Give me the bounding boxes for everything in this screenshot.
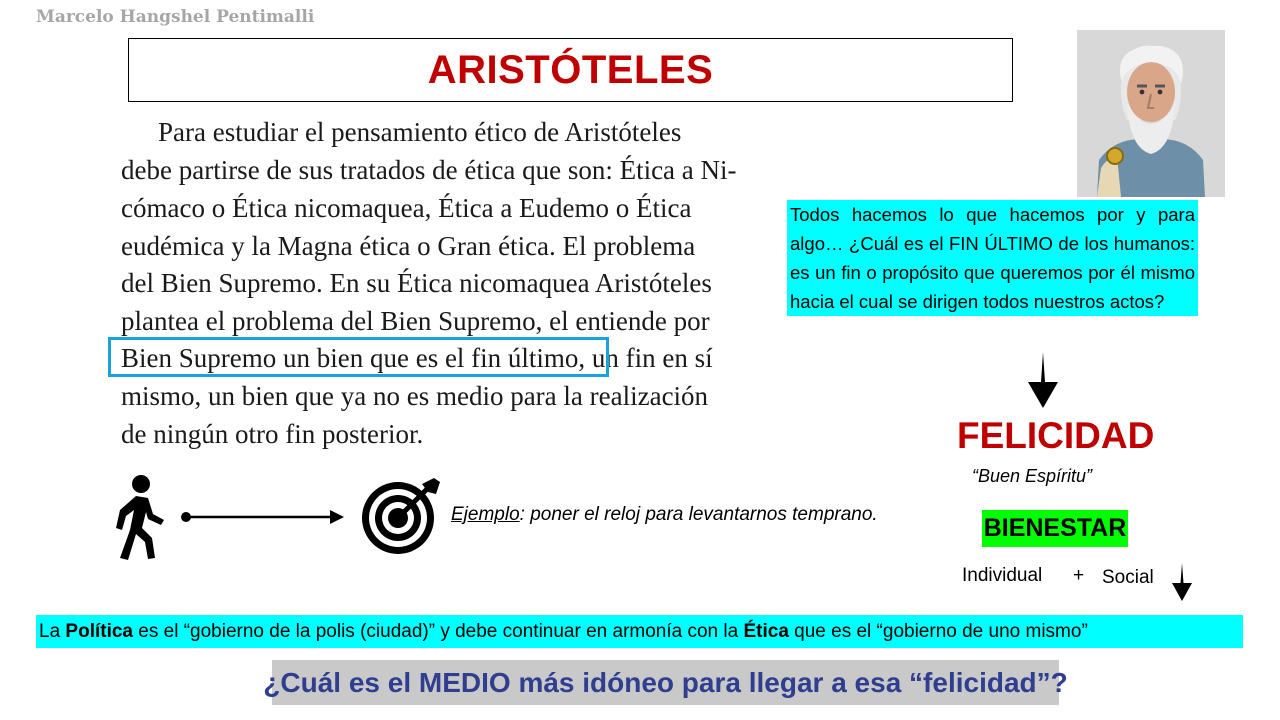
text-line: de ningún otro fin posterior. <box>121 419 424 449</box>
text-line: debe partirse de sus tratados de ética q… <box>121 155 737 185</box>
question-box: Todos hacemos lo que hacemos por y para … <box>787 200 1198 316</box>
buen-espiritu-label: “Buen Espíritu” <box>972 466 1093 486</box>
text-line: plantea el problema del Bien Supremo, el… <box>121 306 710 336</box>
arrow-down-icon <box>1028 352 1058 408</box>
target-icon <box>362 478 440 554</box>
page-title: ARISTÓTELES <box>427 47 714 92</box>
bienestar-box: BIENESTAR <box>982 510 1128 547</box>
medio-question: ¿Cuál es el MEDIO más idóneo para llegar… <box>263 666 1068 698</box>
individual-label: Individual <box>962 565 1043 586</box>
politica-statement: La Política es el “gobierno de la polis … <box>36 615 1243 648</box>
aristotle-portrait <box>1077 30 1225 197</box>
arrow-right-icon <box>181 510 344 524</box>
bienestar-label: BIENESTAR <box>983 514 1127 542</box>
medio-question-box: ¿Cuál es el MEDIO más idóneo para llegar… <box>263 660 1068 705</box>
scanned-text-excerpt: Para estudiar el pensamiento ético de Ar… <box>112 115 762 455</box>
author-name: Marcelo Hangshel Pentimalli <box>36 7 315 27</box>
text-line: mismo, un bien que ya no es medio para l… <box>121 381 709 411</box>
walking-person-icon <box>116 475 164 560</box>
text-line: Para estudiar el pensamiento ético de Ar… <box>158 117 682 147</box>
text-line: cómaco o Ética nicomaquea, Ética a Eudem… <box>121 193 692 223</box>
text-line: eudémica y la Magna ética o Gran ética. … <box>121 231 696 261</box>
social-label: Social <box>1102 567 1154 588</box>
title-box: ARISTÓTELES <box>128 38 1013 102</box>
plus-sign: + <box>1073 565 1085 586</box>
arrow-down-small-icon <box>1172 563 1192 601</box>
felicidad-heading: FELICIDAD <box>957 415 1155 456</box>
text-line: del Bien Supremo. En su Ética nicomaquea… <box>121 268 712 298</box>
example-text: Ejemplo: poner el reloj para levantarnos… <box>451 504 878 525</box>
bien-supremo-highlight-box <box>108 337 609 377</box>
